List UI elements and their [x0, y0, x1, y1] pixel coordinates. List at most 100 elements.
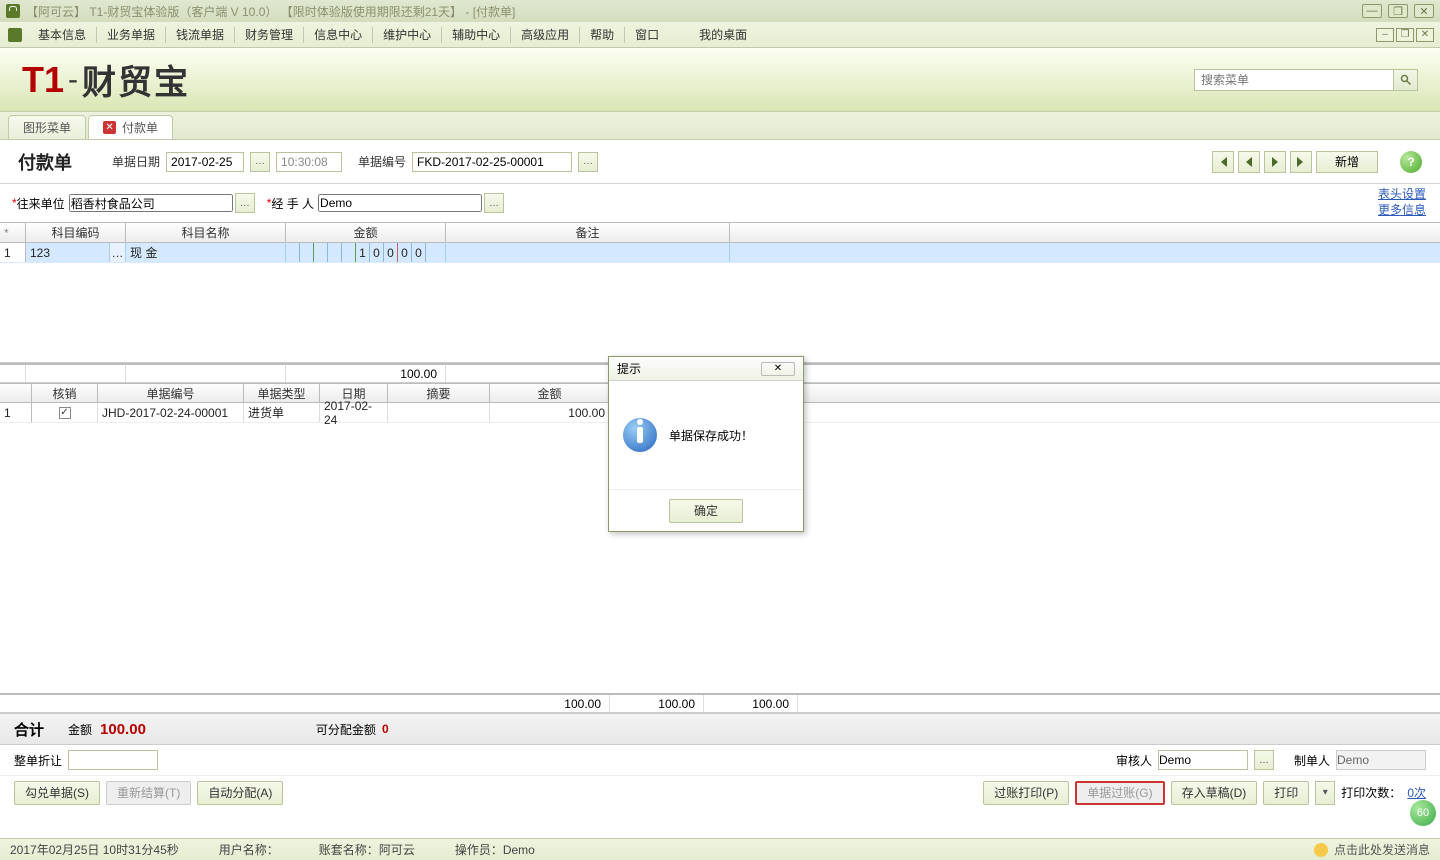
col-doctype[interactable]: 单据类型 — [244, 384, 320, 402]
col-writeoff[interactable]: 核销 — [32, 384, 98, 402]
post-print-button[interactable]: 过账打印(P) — [983, 781, 1069, 805]
menu-window[interactable]: 窗口 — [625, 26, 669, 43]
notification-badge[interactable]: 60 — [1410, 800, 1436, 826]
docno-lookup-button[interactable]: … — [578, 152, 598, 172]
close-icon[interactable]: ✕ — [103, 121, 116, 134]
menu-help[interactable]: 帮助 — [580, 26, 624, 43]
discount-label: 整单折让 — [14, 752, 62, 769]
cell-amount[interactable]: 10000 — [286, 243, 446, 262]
col-date[interactable]: 日期 — [320, 384, 388, 402]
search-icon — [1400, 74, 1412, 86]
dialog-message: 单据保存成功！ — [669, 427, 753, 444]
print-count-label: 打印次数： — [1341, 784, 1401, 801]
cell-summary[interactable] — [388, 403, 490, 422]
date-field[interactable] — [166, 152, 244, 172]
new-button[interactable]: 新增 — [1316, 151, 1378, 173]
writeoff-checkbox[interactable]: ✓ — [59, 407, 71, 419]
menu-business-docs[interactable]: 业务单据 — [97, 26, 165, 43]
print-count-value[interactable]: 0次 — [1407, 784, 1426, 801]
reviewer-field[interactable] — [1158, 750, 1248, 770]
date-picker-button[interactable]: … — [250, 152, 270, 172]
date-label: 单据日期 — [112, 153, 160, 170]
header-settings-link[interactable]: 表头设置 — [1378, 186, 1426, 202]
window-minimize-button[interactable]: — — [1362, 4, 1382, 18]
print-button[interactable]: 打印 — [1263, 781, 1309, 805]
window-title: 【阿可云】 T1-财贸宝体验版（客户端 V 10.0） 【限时体验版使用期限还剩… — [26, 3, 515, 20]
tab-strip: 图形菜单 ✕ 付款单 — [0, 112, 1440, 140]
col-remark[interactable]: 备注 — [446, 223, 730, 242]
tab-graphic-menu[interactable]: 图形菜单 — [8, 115, 86, 139]
page-title: 付款单 — [18, 149, 72, 175]
discount-field[interactable] — [68, 750, 158, 770]
menu-info-center[interactable]: 信息中心 — [304, 26, 372, 43]
handler-label: 经 手 人 — [271, 195, 314, 212]
vendor-field[interactable] — [69, 194, 233, 212]
menubar: 基本信息 业务单据 钱流单据 财务管理 信息中心 维护中心 辅助中心 高级应用 … — [0, 22, 1440, 48]
post-button: 单据过账(G) — [1075, 781, 1164, 805]
more-info-link[interactable]: 更多信息 — [1378, 202, 1426, 218]
window-maximize-button[interactable]: ❐ — [1388, 4, 1408, 18]
maker-field — [1336, 750, 1426, 770]
table-row[interactable]: 1 123 … 现 金 10000 — [0, 243, 1440, 263]
dialog-ok-button[interactable]: 确定 — [669, 499, 743, 523]
menu-my-desktop[interactable]: 我的桌面 — [689, 26, 757, 43]
maker-label: 制单人 — [1294, 752, 1330, 769]
print-dropdown-button[interactable]: ▾ — [1315, 781, 1335, 805]
col-summary[interactable]: 摘要 — [388, 384, 490, 402]
totals-label: 合计 — [14, 719, 44, 740]
lock-icon — [8, 28, 22, 42]
docno-field[interactable] — [412, 152, 572, 172]
cell-account-name[interactable]: 现 金 — [126, 243, 286, 262]
status-message-link[interactable]: 点击此处发送消息 — [1314, 841, 1430, 858]
cell-account-code[interactable]: 123 — [26, 243, 110, 262]
mdi-minimize-button[interactable]: – — [1376, 28, 1394, 42]
dialog-close-button[interactable]: ✕ — [761, 362, 795, 376]
menu-basic-info[interactable]: 基本信息 — [28, 26, 96, 43]
window-titlebar: 【阿可云】 T1-财贸宝体验版（客户端 V 10.0） 【限时体验版使用期限还剩… — [0, 0, 1440, 22]
menu-finance[interactable]: 财务管理 — [235, 26, 303, 43]
pick-docs-button[interactable]: 勾兑单据(S) — [14, 781, 100, 805]
window-close-button[interactable]: ✕ — [1414, 4, 1434, 18]
auto-allocate-button[interactable]: 自动分配(A) — [197, 781, 283, 805]
smiley-icon — [1314, 843, 1328, 857]
info-icon — [623, 418, 657, 452]
lock-icon — [6, 4, 20, 18]
search-input[interactable] — [1194, 69, 1394, 91]
statusbar: 2017年02月25日 10时31分45秒 用户名称： 账套名称：阿可云 操作员… — [0, 838, 1440, 860]
code-lookup-button[interactable]: … — [110, 243, 126, 262]
doc-header: 付款单 单据日期 … 单据编号 … 新增 ? — [0, 140, 1440, 184]
col-docno[interactable]: 单据编号 — [98, 384, 244, 402]
nav-next-button[interactable] — [1264, 151, 1286, 173]
nav-last-button[interactable] — [1290, 151, 1312, 173]
brand-banner: T1 - 财贸宝 — [0, 48, 1440, 112]
col-account-name[interactable]: 科目名称 — [126, 223, 286, 242]
totals-amount: 100.00 — [100, 721, 146, 738]
reviewer-lookup-button[interactable]: … — [1254, 750, 1274, 770]
col-amount2[interactable]: 金额 — [490, 384, 610, 402]
cell-remark[interactable] — [446, 243, 730, 262]
search-button[interactable] — [1394, 69, 1418, 91]
time-field — [276, 152, 342, 172]
cell-date: 2017-02-24 — [320, 403, 388, 422]
vendor-label: 往来单位 — [17, 195, 65, 212]
handler-field[interactable] — [318, 194, 482, 212]
reviewer-label: 审核人 — [1116, 752, 1152, 769]
mdi-restore-button[interactable]: ❐ — [1396, 28, 1414, 42]
tab-payment[interactable]: ✕ 付款单 — [88, 115, 173, 139]
col-account-code[interactable]: 科目编码 — [26, 223, 126, 242]
vendor-lookup-button[interactable]: … — [235, 193, 255, 213]
save-draft-button[interactable]: 存入草稿(D) — [1171, 781, 1258, 805]
menu-assist[interactable]: 辅助中心 — [442, 26, 510, 43]
save-success-dialog: 提示 ✕ 单据保存成功！ 确定 — [608, 356, 804, 532]
menu-cashflow-docs[interactable]: 钱流单据 — [166, 26, 234, 43]
mdi-close-button[interactable]: ✕ — [1416, 28, 1434, 42]
nav-prev-button[interactable] — [1238, 151, 1260, 173]
menu-maintain[interactable]: 维护中心 — [373, 26, 441, 43]
col-amount[interactable]: 金额 — [286, 223, 446, 242]
cell-docno[interactable]: JHD-2017-02-24-00001 — [98, 403, 244, 422]
nav-first-button[interactable] — [1212, 151, 1234, 173]
menu-advanced[interactable]: 高级应用 — [511, 26, 579, 43]
vendor-handler-row: *往来单位 … *经 手 人 … 表头设置 更多信息 — [0, 184, 1440, 222]
help-icon[interactable]: ? — [1400, 151, 1422, 173]
handler-lookup-button[interactable]: … — [484, 193, 504, 213]
